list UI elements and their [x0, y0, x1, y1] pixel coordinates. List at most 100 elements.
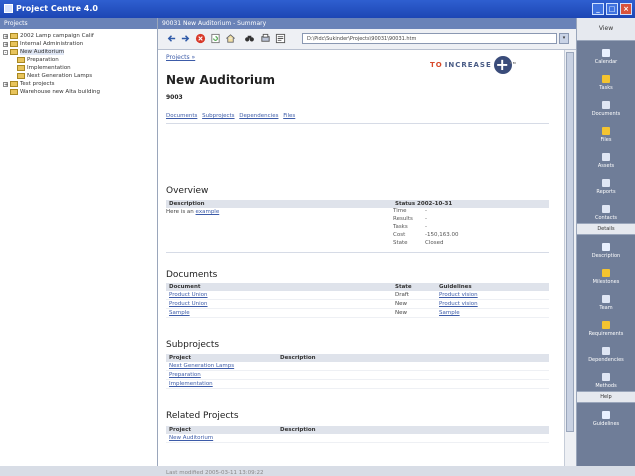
overview-example-link[interactable]: example: [196, 209, 220, 215]
table-cell: [277, 434, 549, 443]
address-dropdown-button[interactable]: ▾: [559, 33, 569, 44]
tree-item-label: New Auditorium: [20, 49, 65, 55]
logo-text-increase: INCREASE: [444, 61, 492, 69]
divider: [166, 123, 549, 124]
project-tree-item[interactable]: + Internal Administration: [3, 40, 157, 48]
sidebar-item-label: Documents: [591, 111, 621, 117]
expand-icon[interactable]: +: [3, 33, 8, 39]
view-item-contacts[interactable]: Contacts: [577, 197, 635, 223]
project-tree-item[interactable]: Next Generation Lamps: [3, 72, 157, 80]
table-cell-link[interactable]: Sample: [436, 308, 549, 318]
detail-item-description[interactable]: Description: [577, 235, 635, 261]
detail-item-dependencies[interactable]: Dependencies: [577, 339, 635, 365]
project-tree-item[interactable]: Preparation: [3, 56, 157, 64]
details-header[interactable]: Details: [577, 223, 635, 235]
calendar-icon: [602, 49, 610, 57]
projects-pane: Projects +2002 Lamp campaign Calif + Inter…: [0, 18, 158, 466]
status-field-value: -150,163.00: [425, 232, 459, 238]
project-tree-item[interactable]: +2002 Lamp campaign Calif: [3, 32, 157, 40]
scrollbar-thumb[interactable]: [566, 52, 574, 432]
folder-icon: [10, 33, 18, 39]
view-item-tasks[interactable]: Tasks: [577, 67, 635, 93]
app-icon: [4, 4, 13, 13]
table-cell-link[interactable]: Preparation: [166, 370, 277, 380]
folder-icon: [17, 65, 25, 71]
project-tree-item[interactable]: Warehouse new Alta building: [3, 88, 157, 96]
table-cell-link[interactable]: Product Union: [166, 299, 392, 309]
stop-icon[interactable]: [195, 33, 206, 44]
expand-icon[interactable]: +: [3, 41, 8, 47]
browser-toolbar: D:\Pidc\Sukinder\Projects\90031\90031.ht…: [158, 29, 576, 50]
print-icon[interactable]: [260, 33, 271, 44]
link-dependencies[interactable]: Dependencies: [239, 113, 278, 119]
view-item-reports[interactable]: Reports: [577, 171, 635, 197]
overview-col-status: Status 2002-10-31: [392, 200, 549, 208]
folder-icon: [17, 57, 25, 63]
column-header: State: [392, 283, 436, 291]
table-cell-link[interactable]: Product vision: [436, 299, 549, 309]
column-header: Document: [166, 283, 392, 291]
find-icon[interactable]: [244, 33, 255, 44]
status-field-key: Cost: [393, 232, 406, 238]
table-cell-link[interactable]: New Auditorium: [166, 434, 277, 443]
overview-heading: Overview: [166, 186, 209, 196]
table-cell-link[interactable]: Product Union: [166, 291, 392, 300]
sidebar-item-label: Contacts: [594, 215, 618, 221]
page-view-icon[interactable]: [275, 33, 286, 44]
link-documents[interactable]: Documents: [166, 113, 197, 119]
table-cell-link[interactable]: Product vision: [436, 291, 549, 300]
project-tree-item[interactable]: Implementation: [3, 64, 157, 72]
detail-item-requirements[interactable]: Requirements: [577, 313, 635, 339]
minimize-button[interactable]: _: [592, 3, 604, 15]
expand-icon[interactable]: +: [3, 81, 8, 87]
table-cell-link[interactable]: Implementation: [166, 379, 277, 389]
tree-item-label: 2002 Lamp campaign Calif: [20, 33, 94, 39]
detail-item-milestones[interactable]: Milestones: [577, 261, 635, 287]
overview-col-description: Description: [166, 200, 392, 208]
detail-item-team[interactable]: Team: [577, 287, 635, 313]
overview-table: Description Status 2002-10-31: [166, 200, 549, 208]
folder-icon: [10, 49, 18, 55]
status-field: State Closed: [393, 240, 458, 248]
link-subprojects[interactable]: Subprojects: [202, 113, 234, 119]
tree-item-label: Implementation: [27, 65, 71, 71]
column-header: Description: [277, 354, 549, 362]
project-tree-item[interactable]: + Test projects: [3, 80, 157, 88]
milestones-icon: [602, 269, 610, 277]
maximize-button[interactable]: □: [606, 3, 618, 15]
view-item-assets[interactable]: Assets: [577, 145, 635, 171]
view-item-files[interactable]: Files: [577, 119, 635, 145]
link-files[interactable]: Files: [283, 113, 295, 119]
column-header: Guidelines: [436, 283, 549, 291]
close-button[interactable]: ×: [620, 3, 632, 15]
address-field[interactable]: D:\Pidc\Sukinder\Projects\90031\90031.ht…: [302, 33, 557, 44]
summary-pane-header: 90031 New Auditorium - Summary: [158, 18, 576, 29]
forward-arrow-icon[interactable]: [180, 33, 191, 44]
view-item-calendar[interactable]: Calendar: [577, 41, 635, 67]
window-titlebar: Project Centre 4.0 _ □ ×: [0, 0, 635, 18]
detail-item-methods[interactable]: Methods: [577, 365, 635, 391]
column-header: Description: [277, 426, 549, 434]
refresh-icon[interactable]: [210, 33, 221, 44]
status-field-value: -: [425, 224, 427, 230]
collapse-icon[interactable]: -: [3, 49, 8, 55]
project-tree-item[interactable]: - New Auditorium: [3, 48, 157, 56]
help-item-guidelines[interactable]: Guidelines: [577, 403, 635, 429]
breadcrumb-projects[interactable]: Projects »: [166, 54, 195, 61]
status-field: Cost -150,163.00: [393, 232, 458, 240]
table-row: Preparation: [166, 370, 549, 380]
related-heading: Related Projects: [166, 411, 239, 421]
subprojects-heading: Subprojects: [166, 340, 220, 350]
home-icon[interactable]: [225, 33, 236, 44]
table-cell-link[interactable]: Next Generation Lamps: [166, 362, 277, 371]
section-links: Documents Subprojects Dependencies Files: [166, 113, 298, 119]
help-header[interactable]: Help: [577, 391, 635, 403]
overview-status-fields: Time - Results - Tasks - Cost -150,163.00 State C…: [393, 208, 458, 248]
vertical-scrollbar[interactable]: [564, 50, 576, 466]
folder-icon: [10, 41, 18, 47]
table-cell-link[interactable]: Sample: [166, 308, 392, 318]
view-item-documents[interactable]: Documents: [577, 93, 635, 119]
back-arrow-icon[interactable]: [166, 33, 177, 44]
status-field: Tasks -: [393, 224, 458, 232]
view-header[interactable]: View: [577, 18, 635, 41]
